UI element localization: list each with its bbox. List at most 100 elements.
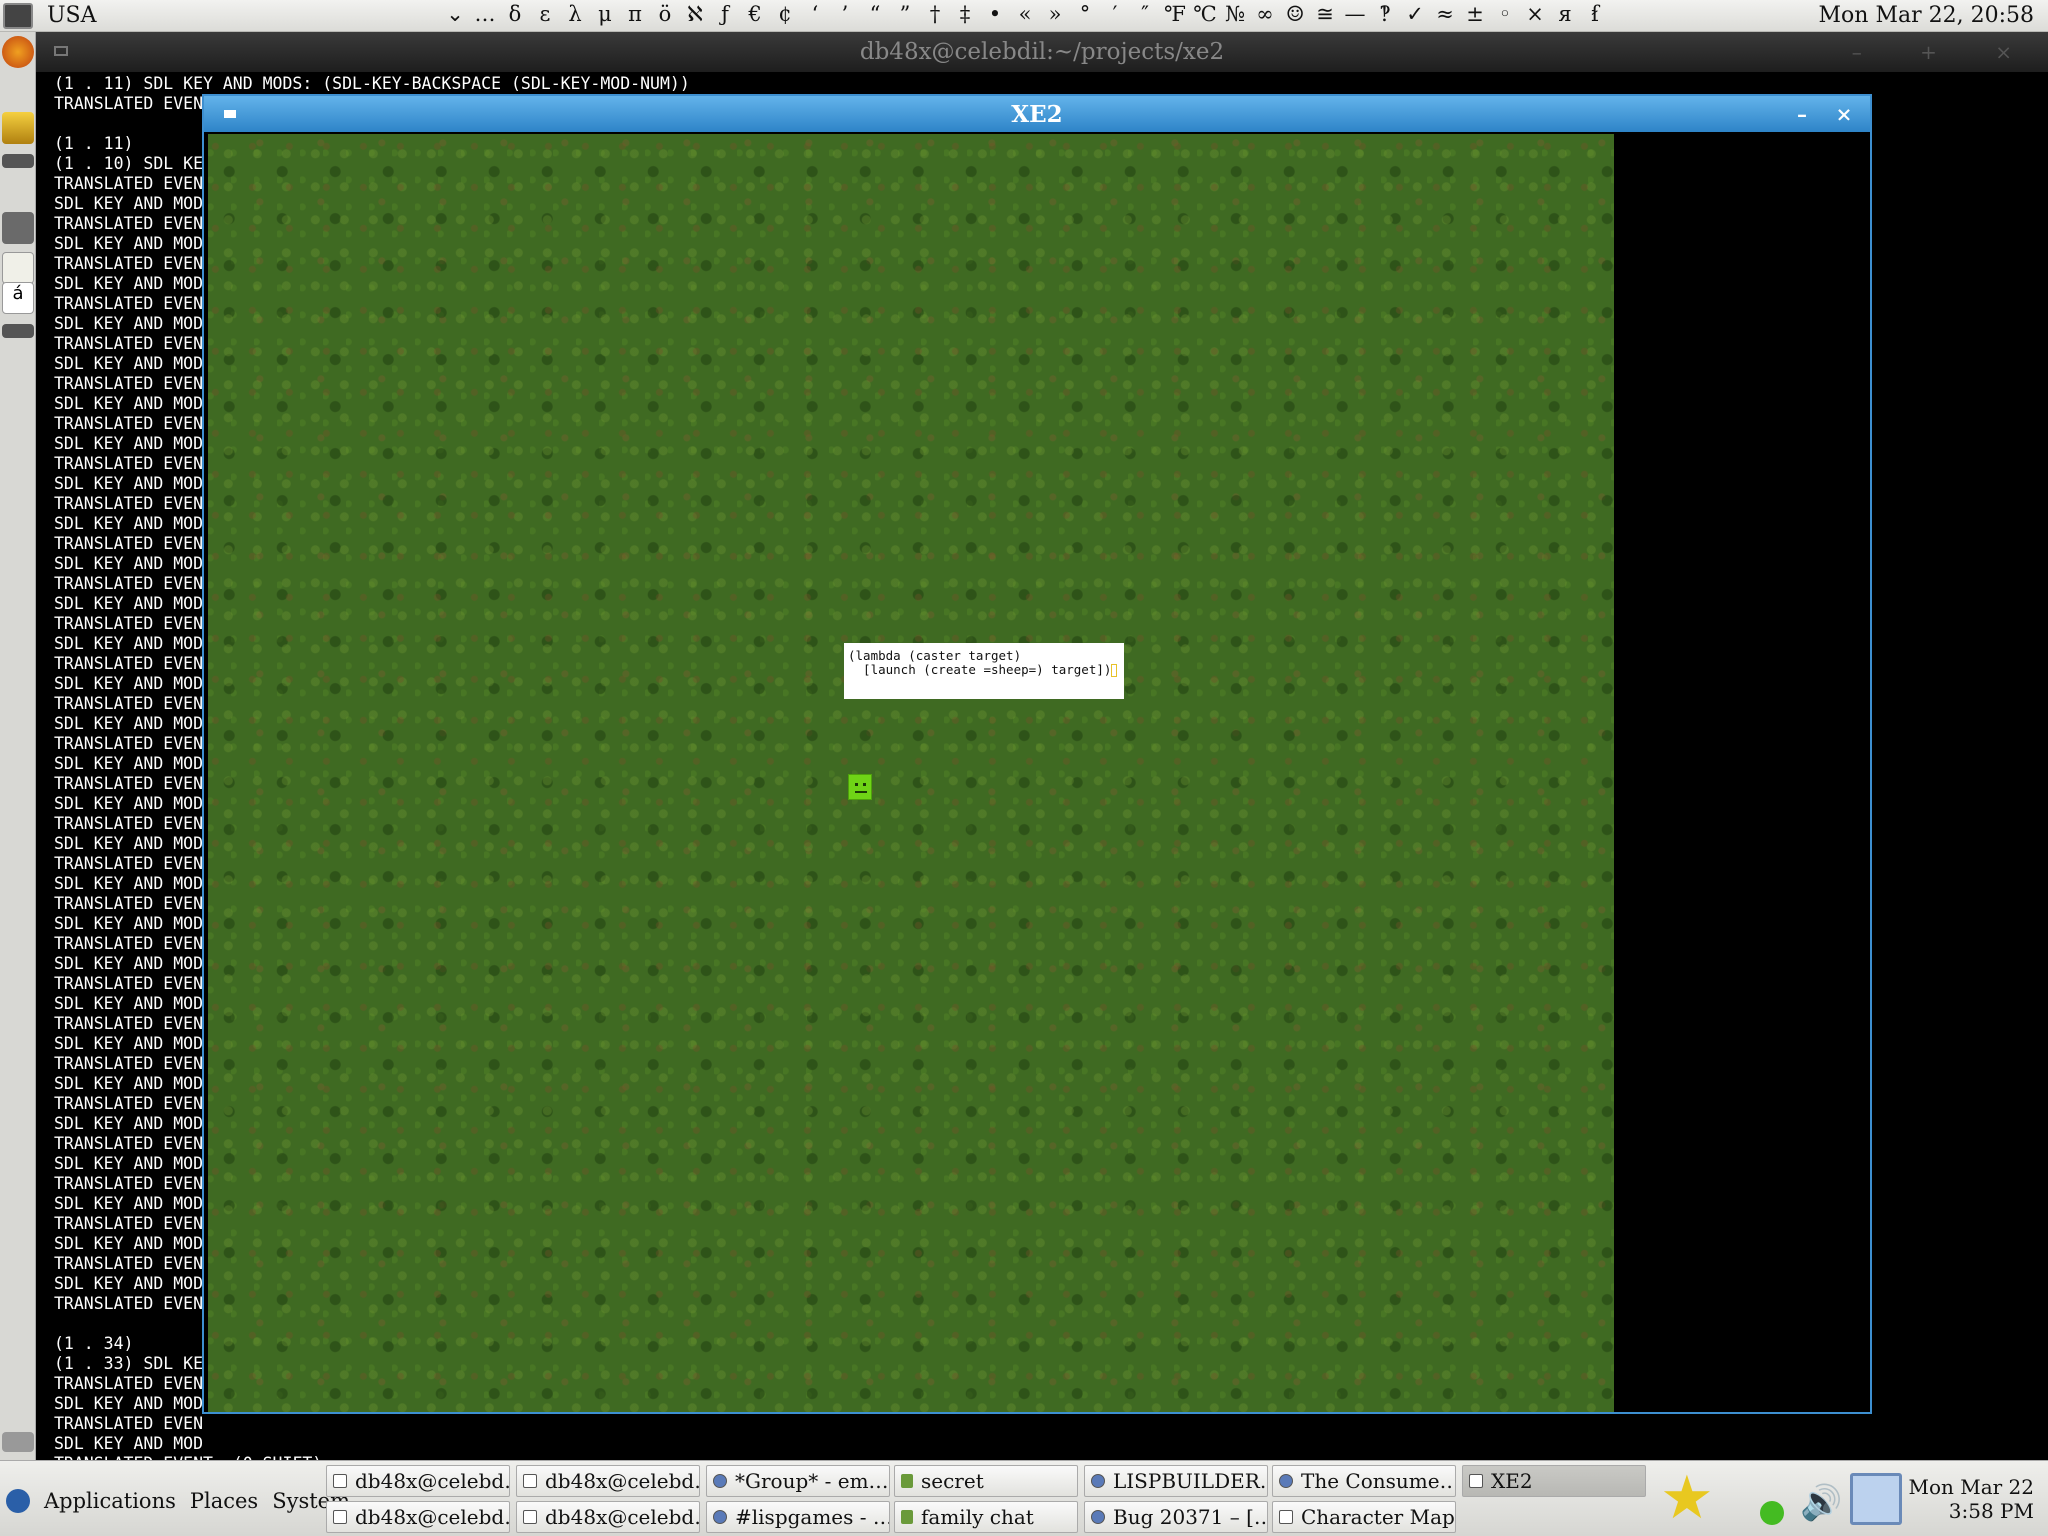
special-char-button[interactable]: ẜ: [1580, 2, 1610, 26]
taskbar-button[interactable]: Bug 20371 – […: [1084, 1501, 1268, 1533]
close-button[interactable]: ×: [1826, 99, 1862, 129]
special-char-button[interactable]: π: [620, 2, 650, 26]
code-line-1: (lambda (caster target): [848, 648, 1022, 663]
special-char-button[interactable]: ⌄: [440, 2, 470, 26]
special-char-button[interactable]: №: [1220, 2, 1250, 26]
network-status-icon[interactable]: [1760, 1501, 1784, 1525]
bottom-clock[interactable]: Mon Mar 22 3:58 PM: [1908, 1475, 2034, 1523]
volume-icon[interactable]: 🔊: [1800, 1483, 1842, 1523]
taskbar-button-label: LISPBUILDER…: [1113, 1469, 1268, 1493]
special-char-button[interactable]: »: [1040, 2, 1070, 26]
taskbar-button[interactable]: db48x@celebd…: [516, 1465, 700, 1497]
special-char-button[interactable]: ✓: [1400, 2, 1430, 26]
special-char-button[interactable]: ×: [1520, 2, 1550, 26]
terminal-titlebar[interactable]: db48x@celebdil:~/projects/xe2 – + ×: [36, 32, 2048, 72]
text-cursor: [1111, 664, 1118, 677]
special-char-button[interactable]: ‘: [800, 2, 830, 26]
special-char-button[interactable]: •: [980, 2, 1010, 26]
special-char-button[interactable]: ℵ: [680, 2, 710, 26]
taskbar-button[interactable]: The Consume…: [1272, 1465, 1456, 1497]
menu-applications[interactable]: Applications: [44, 1489, 176, 1513]
chat-icon: [901, 1510, 913, 1524]
minimize-button[interactable]: –: [1784, 99, 1820, 129]
special-char-button[interactable]: «: [1010, 2, 1040, 26]
code-input-box[interactable]: (lambda (caster target) [launch (create …: [844, 643, 1124, 699]
taskbar-button[interactable]: Character Map: [1272, 1501, 1456, 1533]
player-sprite: [848, 774, 872, 800]
special-char-button[interactable]: ö: [650, 2, 680, 26]
star-icon[interactable]: ★: [1660, 1463, 1714, 1533]
window-menu-icon[interactable]: [224, 110, 236, 118]
special-char-button[interactable]: ″: [1130, 2, 1160, 26]
xe2-titlebar[interactable]: XE2 – ×: [204, 96, 1870, 132]
special-char-button[interactable]: я: [1550, 2, 1580, 26]
special-char-button[interactable]: ¢: [770, 2, 800, 26]
special-char-button[interactable]: €: [740, 2, 770, 26]
character-map-icon[interactable]: á: [2, 282, 34, 314]
browser-icon: [1279, 1474, 1293, 1488]
special-char-button[interactable]: ℃: [1190, 2, 1220, 26]
game-map[interactable]: [208, 134, 1614, 1412]
network-manager-icon[interactable]: [1850, 1473, 1902, 1525]
taskbar-button[interactable]: db48x@celebd…: [516, 1501, 700, 1533]
top-clock[interactable]: Mon Mar 22, 20:58: [1819, 3, 2034, 28]
special-char-button[interactable]: λ: [560, 2, 590, 26]
special-char-button[interactable]: μ: [590, 2, 620, 26]
taskbar-button[interactable]: db48x@celebd…: [326, 1465, 510, 1497]
menu-places[interactable]: Places: [190, 1489, 258, 1513]
special-char-button[interactable]: ≈: [1430, 2, 1460, 26]
special-char-button[interactable]: —: [1340, 2, 1370, 26]
text-editor-icon[interactable]: [2, 252, 34, 284]
special-char-button[interactable]: “: [860, 2, 890, 26]
keyboard-layout-indicator[interactable]: USA: [47, 3, 97, 28]
browser-icon: [713, 1510, 727, 1524]
terminal-icon: [523, 1510, 537, 1524]
taskbar-button-label: *Group* - em…: [735, 1469, 889, 1493]
taskbar-button[interactable]: XE2: [1462, 1465, 1646, 1497]
top-panel: USA ⌄… δ ε λ μ π ö ℵ ƒ € ¢ ‘’ “” † ‡ • «» ° ′ ″ ℉ ℃ № ∞ ☺ ≅ — ‽ ✓ ≈ ± ◦…: [0, 0, 2048, 32]
xe2-window[interactable]: XE2 – ×: [202, 94, 1872, 1414]
taskbar-button-label: db48x@celebd…: [545, 1505, 700, 1529]
fedora-icon[interactable]: [6, 1489, 30, 1513]
taskbar-button[interactable]: LISPBUILDER…: [1084, 1465, 1268, 1497]
special-char-button[interactable]: ‡: [950, 2, 980, 26]
terminal-icon: [523, 1474, 537, 1488]
special-char-button[interactable]: ƒ: [710, 2, 740, 26]
terminal-icon: [333, 1474, 347, 1488]
taskbar-button[interactable]: db48x@celebd…: [326, 1501, 510, 1533]
taskbar-button[interactable]: secret: [894, 1465, 1078, 1497]
window-controls[interactable]: – + ×: [1852, 40, 2038, 64]
taskbar-button[interactable]: family chat: [894, 1501, 1078, 1533]
clock-time: 3:58 PM: [1948, 1499, 2034, 1523]
taskbar-button[interactable]: #lispgames - …: [706, 1501, 890, 1533]
calculator-icon[interactable]: [2, 212, 34, 244]
window-menu-icon[interactable]: [54, 46, 68, 56]
special-char-button[interactable]: ∞: [1250, 2, 1280, 26]
special-char-button[interactable]: δ: [500, 2, 530, 26]
special-char-button[interactable]: …: [470, 2, 500, 26]
user-icon[interactable]: [2, 112, 34, 144]
window-icon[interactable]: [2, 154, 34, 168]
special-char-button[interactable]: ′: [1100, 2, 1130, 26]
special-char-button[interactable]: ℉: [1160, 2, 1190, 26]
special-char-button[interactable]: ε: [530, 2, 560, 26]
taskbar-button-label: db48x@celebd…: [355, 1505, 510, 1529]
show-desktop-icon[interactable]: [2, 1432, 34, 1452]
taskbar-button-label: The Consume…: [1301, 1469, 1456, 1493]
special-char-button[interactable]: ◦: [1490, 2, 1520, 26]
special-char-button[interactable]: ’: [830, 2, 860, 26]
special-char-button[interactable]: ±: [1460, 2, 1490, 26]
special-char-button[interactable]: ‽: [1370, 2, 1400, 26]
terminal-launcher-icon[interactable]: [3, 2, 33, 29]
terminal-title: db48x@celebdil:~/projects/xe2: [859, 39, 1225, 65]
taskbar-button[interactable]: *Group* - em…: [706, 1465, 890, 1497]
special-char-button[interactable]: ≅: [1310, 2, 1340, 26]
special-char-button[interactable]: °: [1070, 2, 1100, 26]
special-char-button[interactable]: ”: [890, 2, 920, 26]
special-char-button[interactable]: †: [920, 2, 950, 26]
window-icon[interactable]: [2, 324, 34, 338]
special-char-button[interactable]: ☺: [1280, 2, 1310, 26]
side-pane: [1614, 134, 1870, 1412]
firefox-icon[interactable]: [2, 36, 34, 68]
special-characters-applet: ⌄… δ ε λ μ π ö ℵ ƒ € ¢ ‘’ “” † ‡ • «» ° ′ ″ ℉ ℃ № ∞ ☺ ≅ — ‽ ✓ ≈ ± ◦ × я ẜ: [440, 2, 1610, 26]
